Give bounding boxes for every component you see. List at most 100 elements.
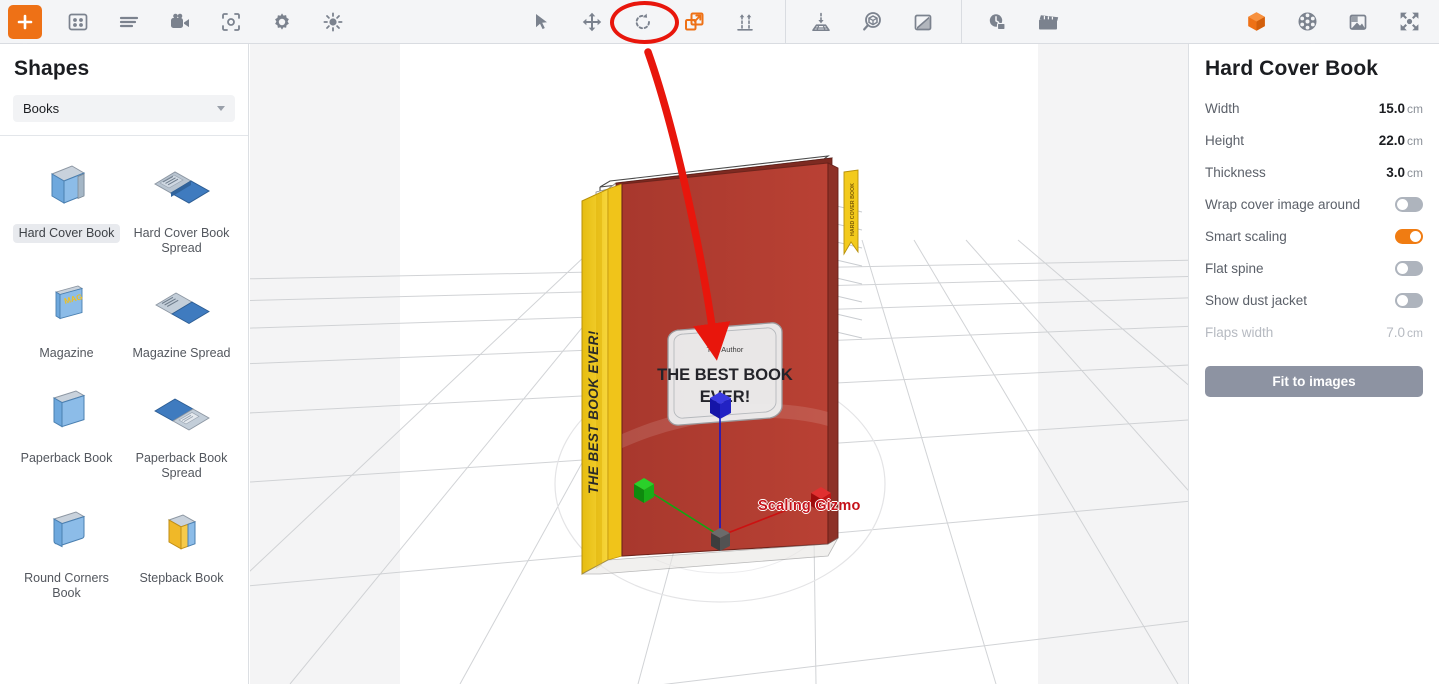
chevron-down-icon <box>217 106 225 111</box>
environment-button[interactable] <box>1290 5 1324 39</box>
show-dust-jacket-toggle[interactable] <box>1395 292 1423 308</box>
framing-button[interactable] <box>214 5 248 39</box>
shape-grid: Hard Cover Book Hard Cover Book Spread M… <box>0 136 248 611</box>
settings-button[interactable] <box>265 5 299 39</box>
video-camera-icon <box>169 11 192 33</box>
property-value[interactable]: 3.0 cm <box>1386 165 1423 180</box>
property-label: Show dust jacket <box>1205 292 1308 308</box>
shape-item-round-corners-book[interactable]: Round Corners Book <box>9 491 124 611</box>
toolbar-transform-group <box>519 0 767 44</box>
property-row-wrap-cover-image: Wrap cover image around <box>1205 188 1423 220</box>
model-view-button[interactable] <box>1239 5 1273 39</box>
shape-item-magazine[interactable]: MAG Magazine <box>9 266 124 371</box>
paperback-book-spread-icon <box>149 381 215 443</box>
toggle-knob <box>1397 262 1408 274</box>
fit-to-images-button[interactable]: Fit to images <box>1205 366 1423 397</box>
add-button[interactable] <box>8 4 42 39</box>
shape-label: Magazine <box>39 346 94 360</box>
property-row-height: Height 22.0 cm <box>1205 124 1423 156</box>
material-swatch-icon <box>912 11 934 33</box>
move-tool[interactable] <box>575 5 609 39</box>
shape-label: Round Corners Book <box>24 571 109 600</box>
hard-cover-book-spread-icon <box>149 156 215 218</box>
distribute-tool[interactable] <box>728 5 762 39</box>
stepback-book-icon <box>153 501 211 563</box>
distribute-icon <box>734 11 756 33</box>
magazine-spread-icon <box>149 276 215 338</box>
property-unit: cm <box>1407 165 1423 180</box>
shape-label: Hard Cover Book Spread <box>133 226 230 255</box>
round-corners-book-icon <box>38 501 96 563</box>
time-render-button[interactable] <box>980 5 1014 39</box>
property-row-flat-spine: Flat spine <box>1205 252 1423 284</box>
select-tool[interactable] <box>524 5 558 39</box>
magnify-cube-icon <box>861 10 884 33</box>
sun-light-icon <box>322 11 344 33</box>
property-unit: cm <box>1407 133 1423 148</box>
property-number: 3.0 <box>1386 164 1405 180</box>
magazine-icon: MAG <box>38 276 96 338</box>
viewport-3d[interactable]: THE BEST BOOK EVER! HARD COVER BOOK The … <box>250 44 1188 684</box>
inspector-title: Hard Cover Book <box>1205 57 1379 80</box>
property-value[interactable]: 22.0 cm <box>1379 133 1423 148</box>
flat-spine-toggle[interactable] <box>1395 260 1423 276</box>
gear-icon <box>271 11 293 33</box>
scale-tool[interactable] <box>677 5 711 39</box>
shape-label: Magazine Spread <box>132 346 231 360</box>
clapperboard-icon <box>1036 11 1060 33</box>
shape-item-hard-cover-book-spread[interactable]: Hard Cover Book Spread <box>124 146 239 266</box>
shapes-panel: Shapes Books Hard Cover Book Hard Cover … <box>0 44 249 684</box>
toolbar-right-group <box>1234 0 1431 44</box>
move-arrows-icon <box>581 11 603 33</box>
toolbar-left-group <box>0 0 355 44</box>
shape-label: Stepback Book <box>139 571 224 585</box>
background-button[interactable] <box>1341 5 1375 39</box>
shape-item-hard-cover-book[interactable]: Hard Cover Book <box>9 146 124 266</box>
layout-button[interactable] <box>61 5 95 39</box>
image-background-icon <box>1347 11 1369 33</box>
shape-label: Hard Cover Book <box>12 224 121 243</box>
shape-item-paperback-book[interactable]: Paperback Book <box>9 371 124 491</box>
property-value: 7.0 cm <box>1386 325 1423 340</box>
property-unit: cm <box>1407 101 1423 116</box>
camera-button[interactable] <box>163 5 197 39</box>
focus-frame-icon <box>220 11 242 33</box>
paperback-book-icon <box>38 381 96 443</box>
property-label: Flaps width <box>1205 324 1274 340</box>
light-button[interactable] <box>316 5 350 39</box>
property-label: Thickness <box>1205 164 1266 180</box>
property-row-show-dust-jacket: Show dust jacket <box>1205 284 1423 316</box>
list-lines-icon <box>118 11 140 33</box>
wrap-cover-image-toggle[interactable] <box>1395 196 1423 212</box>
material-button[interactable] <box>906 5 940 39</box>
property-value[interactable]: 15.0 cm <box>1379 101 1423 116</box>
toggle-knob <box>1397 198 1408 210</box>
list-button[interactable] <box>112 5 146 39</box>
shape-category-dropdown[interactable]: Books <box>13 95 235 122</box>
sphere-grid-icon <box>1296 10 1319 33</box>
toolbar-separator-2 <box>961 0 962 44</box>
property-number: 7.0 <box>1386 324 1405 340</box>
property-unit: cm <box>1407 325 1423 340</box>
inspect-object-button[interactable] <box>855 5 889 39</box>
property-row-thickness: Thickness 3.0 cm <box>1205 156 1423 188</box>
shape-item-stepback-book[interactable]: Stepback Book <box>124 491 239 611</box>
toolbar-render-group <box>972 0 1070 44</box>
property-number: 15.0 <box>1378 100 1405 116</box>
orange-cube-icon <box>1245 10 1268 33</box>
toolbar-separator-1 <box>785 0 786 44</box>
animation-button[interactable] <box>1031 5 1065 39</box>
drop-to-floor-button[interactable] <box>804 5 838 39</box>
shape-item-magazine-spread[interactable]: Magazine Spread <box>124 266 239 371</box>
property-row-width: Width 15.0 cm <box>1205 92 1423 124</box>
fullscreen-button[interactable] <box>1392 5 1426 39</box>
shape-item-paperback-book-spread[interactable]: Paperback Book Spread <box>124 371 239 491</box>
bookmark-ribbon: HARD COVER BOOK <box>843 169 859 256</box>
grid-layout-icon <box>67 11 89 33</box>
rotate-tool[interactable] <box>626 5 660 39</box>
bookmark-text: HARD COVER BOOK <box>850 183 856 236</box>
property-row-flaps-width: Flaps width 7.0 cm <box>1205 316 1423 348</box>
smart-scaling-toggle[interactable] <box>1395 228 1423 244</box>
scale-resize-icon <box>683 10 706 33</box>
property-row-smart-scaling: Smart scaling <box>1205 220 1423 252</box>
